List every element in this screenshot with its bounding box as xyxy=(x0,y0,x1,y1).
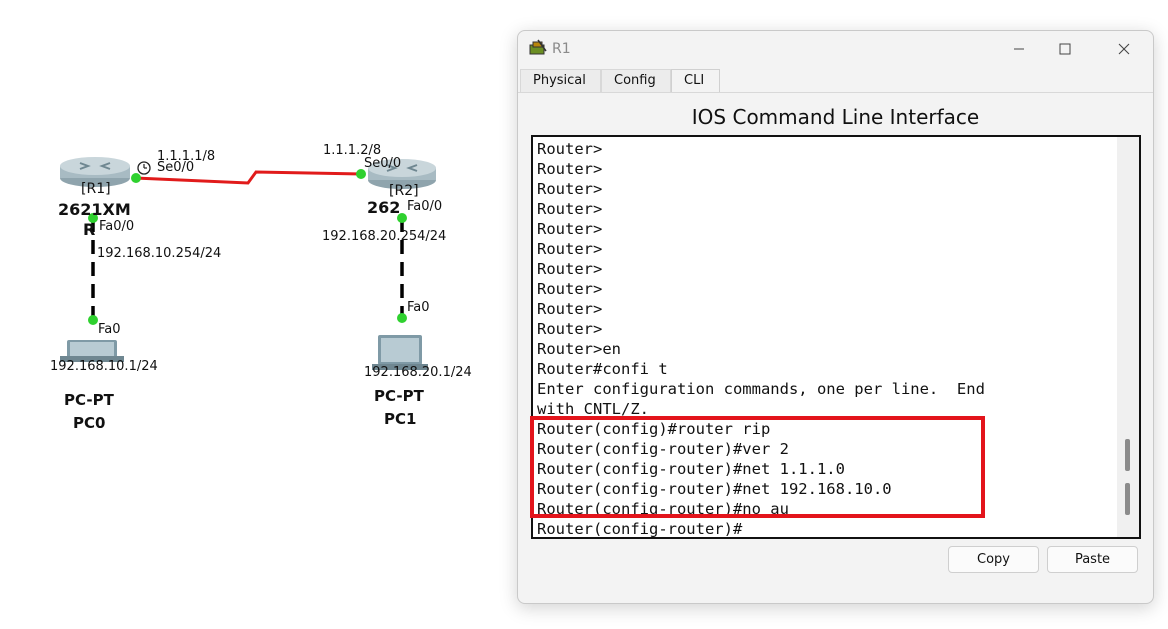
cli-line: Router(config-router)#net 1.1.1.0 xyxy=(537,460,845,478)
cli-line: Router#confi t xyxy=(537,360,668,378)
cli-line: Router> xyxy=(537,240,603,258)
pc0-name: PC0 xyxy=(73,414,106,432)
r1-model-suffix: R xyxy=(83,220,96,239)
tab-config[interactable]: Config xyxy=(601,69,671,93)
tab-bar: Physical Config CLI xyxy=(518,69,1153,93)
cli-line: Router(config)#router rip xyxy=(537,420,771,438)
r2-fa-port: Fa0/0 xyxy=(407,199,443,214)
pc1-type: PC-PT xyxy=(374,387,424,405)
pc1-name: PC1 xyxy=(384,410,417,428)
cli-terminal[interactable]: Router> Router> Router> Router> Router> … xyxy=(531,135,1141,539)
minimize-button[interactable] xyxy=(996,35,1042,63)
window-title: R1 xyxy=(552,41,571,57)
cli-line: Router(config-router)#ver 2 xyxy=(537,440,789,458)
r2-model-label: 262 xyxy=(367,198,401,217)
cli-heading: IOS Command Line Interface xyxy=(691,105,980,129)
scrollbar-thumb[interactable] xyxy=(1125,439,1130,471)
r2-name-label: [R2] xyxy=(389,183,419,199)
cli-line: Router> xyxy=(537,140,603,158)
cli-line: Router> xyxy=(537,180,603,198)
cli-line: Router> xyxy=(537,260,603,278)
r1-fa-port: Fa0/0 xyxy=(99,219,135,234)
pc0-port: Fa0 xyxy=(98,322,121,337)
cli-line: Router> xyxy=(537,160,603,178)
clock-icon xyxy=(137,161,151,175)
pc0-ip: 192.168.10.1/24 xyxy=(50,359,158,374)
window-titlebar[interactable]: R1 xyxy=(518,31,1153,67)
pc1-port: Fa0 xyxy=(407,300,430,315)
close-button[interactable] xyxy=(1101,35,1147,63)
cli-line: Router(config-router)#net 192.168.10.0 xyxy=(537,480,892,498)
pc1-ip: 192.168.20.1/24 xyxy=(364,365,472,380)
cli-line: Router> xyxy=(537,200,603,218)
cli-line: with CNTL/Z. xyxy=(537,400,649,418)
r1-serial-port: Se0/0 xyxy=(157,160,195,175)
link-light-r1-se xyxy=(131,173,141,183)
tab-divider xyxy=(518,92,1153,93)
r2-fa-ip: 192.168.20.254/24 xyxy=(322,229,447,244)
device-window: R1 Physical Config CLI IOS Command Line … xyxy=(517,30,1154,604)
topology-canvas[interactable]: 1.1.1.1/8 Se0/0 [R1] 2621XM R Fa0/0 192.… xyxy=(0,0,515,629)
close-icon xyxy=(1118,43,1130,55)
r1-fa-ip: 192.168.10.254/24 xyxy=(97,246,222,261)
cli-line: Router> xyxy=(537,320,603,338)
r2-serial-port: Se0/0 xyxy=(364,156,402,171)
link-light-pc0 xyxy=(88,315,98,325)
cli-line: Router(config-router)#no au xyxy=(537,500,789,518)
cli-line: Router>en xyxy=(537,340,621,358)
paste-button[interactable]: Paste xyxy=(1047,546,1138,573)
topology-drawing xyxy=(60,157,436,370)
pc0-type: PC-PT xyxy=(64,391,114,409)
cli-line: Router> xyxy=(537,220,603,238)
scrollbar-thumb-lower[interactable] xyxy=(1125,483,1130,515)
link-light-pc1 xyxy=(397,313,407,323)
r1-name-label: [R1] xyxy=(81,181,111,197)
cli-prompt-line: Router(config-router)# xyxy=(537,520,743,538)
cli-scrollbar[interactable] xyxy=(1117,137,1139,537)
r1-model-label: 2621XM xyxy=(58,200,131,219)
cli-output[interactable]: Router> Router> Router> Router> Router> … xyxy=(537,139,1117,539)
router-app-icon xyxy=(529,39,547,55)
cli-line: Router> xyxy=(537,300,603,318)
maximize-button[interactable] xyxy=(1042,35,1088,63)
cli-line: Router> xyxy=(537,280,603,298)
cli-line: Enter configuration commands, one per li… xyxy=(537,380,985,398)
tab-cli[interactable]: CLI xyxy=(671,69,720,93)
maximize-icon xyxy=(1059,43,1071,55)
minimize-icon xyxy=(1014,48,1024,50)
copy-button[interactable]: Copy xyxy=(948,546,1039,573)
tab-physical[interactable]: Physical xyxy=(520,69,601,93)
